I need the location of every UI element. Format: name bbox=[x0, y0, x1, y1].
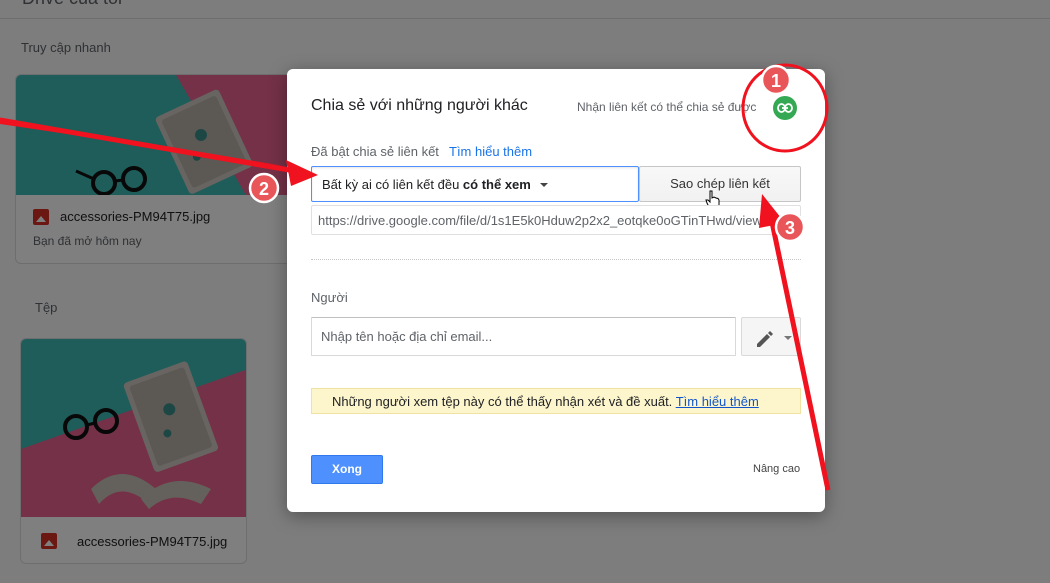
permission-dropdown-button[interactable] bbox=[741, 317, 801, 356]
link-access-dropdown[interactable]: Bất kỳ ai có liên kết đều có thể xem bbox=[311, 166, 639, 202]
chevron-down-icon bbox=[784, 336, 792, 340]
get-shareable-link-label[interactable]: Nhận liên kết có thể chia sẻ được bbox=[577, 100, 756, 114]
link-icon[interactable] bbox=[773, 96, 797, 120]
chevron-down-icon bbox=[540, 183, 548, 187]
learn-more-link[interactable]: Tìm hiểu thêm bbox=[449, 144, 532, 159]
advanced-link[interactable]: Nâng cao bbox=[753, 463, 800, 475]
dialog-title: Chia sẻ với những người khác bbox=[311, 97, 528, 114]
section-divider bbox=[311, 259, 801, 260]
link-access-value: Bất kỳ ai có liên kết đều có thể xem bbox=[322, 177, 531, 192]
people-email-input[interactable]: Nhập tên hoặc địa chỉ email... bbox=[311, 317, 736, 356]
notice-learn-more-link[interactable]: Tìm hiểu thêm bbox=[676, 394, 759, 409]
share-link-field[interactable] bbox=[311, 205, 801, 235]
pencil-icon bbox=[757, 331, 773, 347]
link-sharing-status: Đã bật chia sẻ liên kết bbox=[311, 144, 439, 159]
share-dialog: Chia sẻ với những người khác Nhận liên k… bbox=[287, 69, 825, 512]
people-label: Người bbox=[311, 290, 348, 305]
comments-notice: Những người xem tệp này có thể thấy nhận… bbox=[311, 388, 801, 414]
done-button[interactable]: Xong bbox=[311, 455, 383, 484]
notice-text: Những người xem tệp này có thể thấy nhận… bbox=[332, 394, 673, 409]
